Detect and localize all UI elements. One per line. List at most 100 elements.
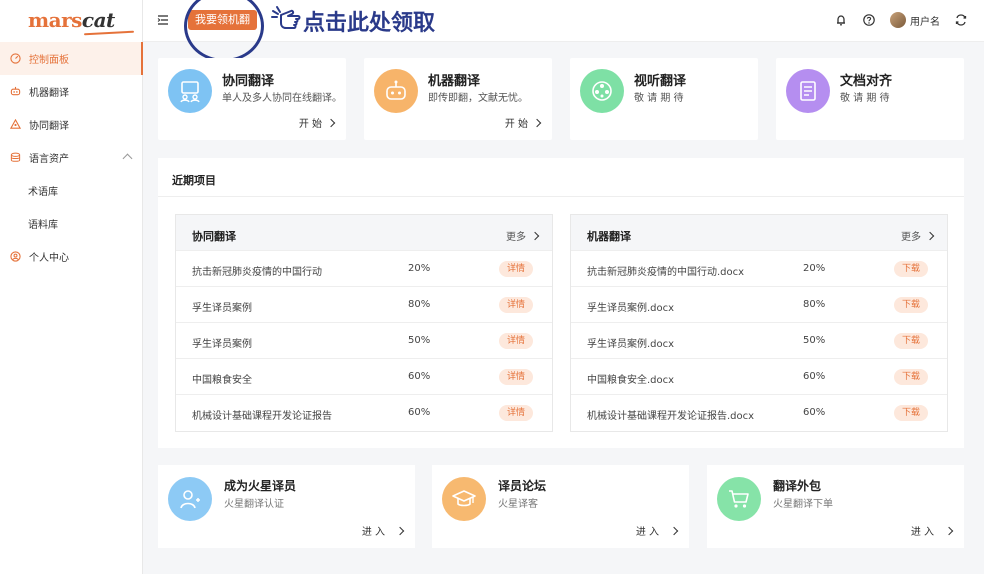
card-start-button[interactable]: 开 始 xyxy=(505,115,542,130)
logo-text-mars: mars xyxy=(28,8,82,32)
bell-icon[interactable] xyxy=(834,13,848,27)
card-icon-bg xyxy=(168,477,212,521)
project-name[interactable]: 孚生译员案例 xyxy=(192,335,252,350)
film-reel-icon xyxy=(592,81,612,101)
card-icon-bg xyxy=(580,69,624,113)
chevron-up-icon[interactable] xyxy=(122,153,133,164)
chevron-right-icon xyxy=(925,231,935,240)
details-button[interactable]: 详情 xyxy=(499,333,534,349)
details-button[interactable]: 详情 xyxy=(499,369,534,385)
card-title: 机器翻译 xyxy=(428,74,481,89)
card-enter-button[interactable]: 进 入 xyxy=(911,523,954,538)
robot-icon xyxy=(10,86,21,96)
pointing-hand-icon xyxy=(271,6,301,29)
annotation-text: 点击此处领取 xyxy=(303,11,436,36)
card-enter-button[interactable]: 进 入 xyxy=(362,523,405,538)
file-name[interactable]: 抗击新冠肺炎疫情的中国行动.docx xyxy=(587,263,744,278)
file-name[interactable]: 中国粮食安全.docx xyxy=(587,371,674,386)
card-enter-button[interactable]: 进 入 xyxy=(636,523,679,538)
download-button[interactable]: 下载 xyxy=(894,333,929,349)
project-progress: 80% xyxy=(408,299,431,310)
details-button[interactable]: 详情 xyxy=(499,261,534,277)
robot-icon xyxy=(386,80,406,100)
chevron-right-icon xyxy=(530,231,540,240)
project-progress: 50% xyxy=(408,335,431,346)
card-icon-bg xyxy=(786,69,830,113)
file-name[interactable]: 孚生译员案例.docx xyxy=(587,335,674,350)
details-button[interactable]: 详情 xyxy=(499,297,534,313)
sidebar: marscat 控制面板 机器翻译 协同翻译 语言资产 术语库 语料库 个人中心 xyxy=(0,0,143,574)
menu-collapse-icon[interactable] xyxy=(157,14,169,26)
file-name[interactable]: 机械设计基础课程开发论证报告.docx xyxy=(587,407,754,422)
switch-icon[interactable] xyxy=(954,13,968,27)
project-name[interactable]: 中国粮食安全 xyxy=(192,371,252,386)
file-progress: 80% xyxy=(803,299,826,310)
card-doc-alignment[interactable]: 文档对齐 敬 请 期 待 xyxy=(776,58,964,140)
project-name[interactable]: 孚生译员案例 xyxy=(192,299,252,314)
user-plus-icon xyxy=(180,490,200,509)
sidebar-item-language-assets[interactable]: 语言资产 xyxy=(0,141,143,174)
sidebar-item-label: 语料库 xyxy=(28,220,58,231)
more-link[interactable]: 更多 xyxy=(506,228,540,243)
project-progress: 60% xyxy=(408,407,431,418)
project-name[interactable]: 机械设计基础课程开发论证报告 xyxy=(192,407,332,422)
sidebar-item-corpus[interactable]: 语料库 xyxy=(0,207,143,240)
table-row: 孚生译员案例 80% 详情 xyxy=(176,287,552,323)
file-progress: 60% xyxy=(803,371,826,382)
card-title: 协同翻译 xyxy=(222,74,275,89)
document-icon xyxy=(800,81,816,101)
card-av-translation[interactable]: 视听翻译 敬 请 期 待 xyxy=(570,58,758,140)
chevron-right-icon xyxy=(532,118,542,127)
card-translator-forum[interactable]: 译员论坛 火星译客 进 入 xyxy=(432,465,689,548)
card-desc: 敬 请 期 待 xyxy=(840,93,890,104)
project-name[interactable]: 抗击新冠肺炎疫情的中国行动 xyxy=(192,263,322,278)
card-action-label: 开 始 xyxy=(298,119,322,130)
download-button[interactable]: 下载 xyxy=(894,297,929,313)
card-desc: 单人及多人协同在线翻译。 xyxy=(222,93,342,104)
username-label: 用户名 xyxy=(910,16,940,28)
sidebar-item-collab-translation[interactable]: 协同翻译 xyxy=(0,108,143,141)
card-start-button[interactable]: 开 始 xyxy=(298,115,336,130)
card-title: 视听翻译 xyxy=(634,74,687,89)
sidebar-item-termbase[interactable]: 术语库 xyxy=(0,174,143,207)
sidebar-item-personal-center[interactable]: 个人中心 xyxy=(0,240,143,273)
card-title: 成为火星译员 xyxy=(224,479,297,493)
table-row: 孚生译员案例 50% 详情 xyxy=(176,323,552,359)
user-menu[interactable]: 用户名 xyxy=(890,12,940,28)
claim-machine-translation-button[interactable]: 我要领机翻 xyxy=(188,10,257,30)
table-row: 中国粮食安全.docx 60% 下载 xyxy=(571,359,947,395)
file-progress: 50% xyxy=(803,335,826,346)
shopping-cart-icon xyxy=(729,490,749,508)
download-button[interactable]: 下载 xyxy=(894,405,929,421)
database-icon xyxy=(10,152,21,162)
table-title: 机器翻译 xyxy=(587,230,631,243)
card-translation-outsourcing[interactable]: 翻译外包 火星翻译下单 进 入 xyxy=(707,465,964,548)
logo-text-cat: cat xyxy=(81,8,115,32)
card-title: 文档对齐 xyxy=(840,74,893,89)
sidebar-item-label: 协同翻译 xyxy=(29,121,69,132)
details-button[interactable]: 详情 xyxy=(499,405,534,421)
sidebar-item-label: 术语库 xyxy=(28,187,58,198)
table-row: 机械设计基础课程开发论证报告.docx 60% 下载 xyxy=(571,395,947,431)
table-row: 抗击新冠肺炎疫情的中国行动.docx 20% 下载 xyxy=(571,251,947,287)
graduation-cap-icon xyxy=(452,490,476,507)
header-actions: 用户名 xyxy=(834,12,968,28)
download-button[interactable]: 下载 xyxy=(894,369,929,385)
sidebar-item-machine-translation[interactable]: 机器翻译 xyxy=(0,75,143,108)
help-icon[interactable] xyxy=(862,13,876,27)
sidebar-item-label: 语言资产 xyxy=(29,154,69,165)
download-button[interactable]: 下载 xyxy=(894,261,929,277)
chevron-right-icon xyxy=(944,526,954,535)
file-name[interactable]: 孚生译员案例.docx xyxy=(587,299,674,314)
more-label: 更多 xyxy=(901,232,921,243)
logo[interactable]: marscat xyxy=(28,8,135,36)
sidebar-nav: 控制面板 机器翻译 协同翻译 语言资产 术语库 语料库 个人中心 xyxy=(0,42,143,273)
project-progress: 60% xyxy=(408,371,431,382)
table-row: 孚生译员案例.docx 80% 下载 xyxy=(571,287,947,323)
table-title: 协同翻译 xyxy=(192,230,236,243)
card-collab-translation[interactable]: 协同翻译 单人及多人协同在线翻译。 开 始 xyxy=(158,58,346,140)
card-become-translator[interactable]: 成为火星译员 火星翻译认证 进 入 xyxy=(158,465,415,548)
sidebar-item-dashboard[interactable]: 控制面板 xyxy=(0,42,143,75)
card-machine-translation[interactable]: 机器翻译 即传即翻，文献无忧。 开 始 xyxy=(364,58,552,140)
more-link[interactable]: 更多 xyxy=(901,228,935,243)
